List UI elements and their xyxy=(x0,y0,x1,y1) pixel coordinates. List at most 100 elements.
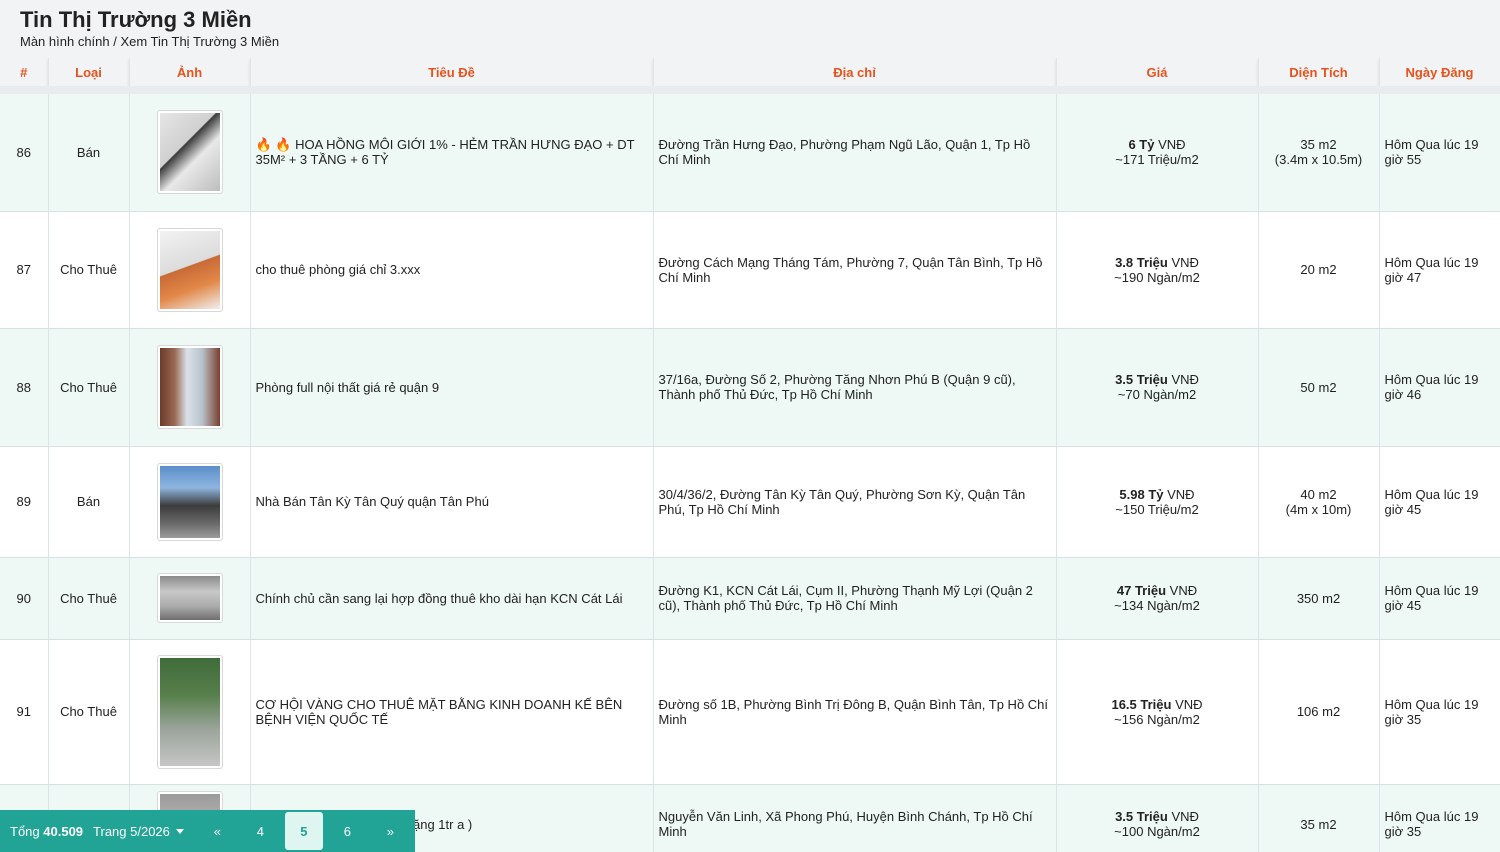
row-address: Đường Trần Hưng Đạo, Phường Phạm Ngũ Lão… xyxy=(653,94,1057,212)
price-value: 3.8 Triệu xyxy=(1115,254,1168,270)
area-dimensions: (4m x 10m) xyxy=(1285,501,1352,517)
row-title[interactable]: CƠ HỘI VÀNG CHO THUÊ MẶT BẰNG KINH DOANH… xyxy=(250,639,654,785)
area-value: 35 m2 xyxy=(1300,137,1337,153)
area-value: 35 m2 xyxy=(1300,816,1337,832)
row-image-cell xyxy=(129,328,251,447)
row-number: 87 xyxy=(0,211,49,329)
col-header-address[interactable]: Địa chỉ xyxy=(653,58,1057,86)
page-button-5[interactable]: 5 xyxy=(284,812,323,850)
table-row[interactable]: 88 Cho Thuê Phòng full nội thất giá rẻ quậ… xyxy=(0,328,1500,447)
row-price: 3.8 Triệu VNĐ ~190 Ngàn/m2 xyxy=(1056,211,1259,329)
price-per-m2: ~171 Triệu/m2 xyxy=(1115,152,1199,168)
row-address: 30/4/36/2, Đường Tân Kỳ Tân Quý, Phường … xyxy=(653,446,1057,558)
listing-table: # Loại Ảnh Tiêu Đề Địa chỉ Giá Diện Tích… xyxy=(0,58,1500,852)
col-header-price[interactable]: Giá xyxy=(1056,58,1259,86)
next-page-button[interactable]: » xyxy=(369,810,412,852)
row-address: Đường Cách Mạng Tháng Tám, Phường 7, Quậ… xyxy=(653,211,1057,329)
row-address: Đường K1, KCN Cát Lái, Cụm II, Phường Th… xyxy=(653,557,1057,640)
row-price: 47 Triệu VNĐ ~134 Ngàn/m2 xyxy=(1056,557,1259,640)
row-number: 86 xyxy=(0,94,49,212)
price-unit: VNĐ xyxy=(1171,254,1199,270)
row-type: Cho Thuê xyxy=(48,211,130,329)
row-title[interactable]: Phòng full nội thất giá rẻ quận 9 xyxy=(250,328,654,447)
table-row[interactable]: 86 Bán 🔥 🔥 HOA HỒNG MÔI GIỚI 1% - HẺM TRẦN… xyxy=(0,94,1500,212)
row-area: 106 m2 xyxy=(1258,639,1380,785)
row-date: Hôm Qua lúc 19 giờ 45 xyxy=(1379,557,1500,640)
row-price: 3.5 Triệu VNĐ ~100 Ngàn/m2 xyxy=(1056,784,1259,852)
listing-table-container[interactable]: # Loại Ảnh Tiêu Đề Địa chỉ Giá Diện Tích… xyxy=(0,58,1500,852)
price-value: 47 Triệu xyxy=(1116,583,1167,598)
page-button-6[interactable]: 6 xyxy=(326,810,369,852)
price-per-m2: ~134 Ngàn/m2 xyxy=(1114,598,1200,613)
area-value: 106 m2 xyxy=(1296,704,1341,719)
row-price: 6 Tỷ VNĐ ~171 Triệu/m2 xyxy=(1056,94,1259,212)
page-button-4[interactable]: 4 xyxy=(239,810,282,852)
price-value: 16.5 Triệu xyxy=(1111,696,1172,712)
row-date: Hôm Qua lúc 19 giờ 35 xyxy=(1379,639,1500,785)
row-image-cell xyxy=(129,557,251,640)
listing-thumbnail[interactable] xyxy=(156,462,223,541)
listing-thumbnail[interactable] xyxy=(156,227,223,312)
area-value: 20 m2 xyxy=(1300,262,1337,277)
area-value: 40 m2 xyxy=(1300,486,1337,502)
col-header-num[interactable]: # xyxy=(0,58,49,86)
price-unit: VNĐ xyxy=(1158,137,1186,153)
prev-page-button[interactable]: « xyxy=(196,810,239,852)
price-unit: VNĐ xyxy=(1175,696,1203,712)
total-count: Tổng 40.509 xyxy=(10,824,83,839)
table-row[interactable]: 87 Cho Thuê cho thuê phòng giá chỉ 3.xxx Đư… xyxy=(0,211,1500,329)
row-number: 90 xyxy=(0,557,49,640)
row-area: 35 m2 (3.4m x 10.5m) xyxy=(1258,94,1380,212)
table-row[interactable]: 89 Bán Nhà Bán Tân Kỳ Tân Quý quận Tân Phú… xyxy=(0,446,1500,558)
row-type: Bán xyxy=(48,94,130,212)
price-per-m2: ~150 Triệu/m2 xyxy=(1115,501,1199,517)
row-title[interactable]: cho thuê phòng giá chỉ 3.xxx xyxy=(250,211,654,329)
col-header-title[interactable]: Tiêu Đề xyxy=(250,58,654,86)
row-title[interactable]: Chính chủ cần sang lại hợp đồng thuê kho… xyxy=(250,557,654,640)
table-header-row: # Loại Ảnh Tiêu Đề Địa chỉ Giá Diện Tích… xyxy=(0,58,1500,86)
col-header-area[interactable]: Diện Tích xyxy=(1258,58,1380,86)
row-image-cell xyxy=(129,639,251,785)
listing-thumbnail[interactable] xyxy=(156,573,223,623)
col-header-type[interactable]: Loại xyxy=(48,58,130,86)
page-select[interactable]: Trang 5/2026 xyxy=(93,824,184,839)
listing-thumbnail[interactable] xyxy=(156,654,223,769)
listing-thumbnail[interactable] xyxy=(156,345,223,429)
row-address: 37/16a, Đường Số 2, Phường Tăng Nhơn Phú… xyxy=(653,328,1057,447)
price-per-m2: ~190 Ngàn/m2 xyxy=(1114,269,1200,285)
page-header: Tin Thị Trường 3 Miền Màn hình chính / X… xyxy=(0,0,1500,58)
row-image-cell xyxy=(129,211,251,329)
price-value: 3.5 Triệu xyxy=(1115,809,1168,824)
price-per-m2: ~100 Ngàn/m2 xyxy=(1114,824,1200,839)
row-area: 35 m2 xyxy=(1258,784,1380,852)
price-value: 6 Tỷ xyxy=(1128,137,1155,153)
row-price: 3.5 Triệu VNĐ ~70 Ngàn/m2 xyxy=(1056,328,1259,447)
listing-thumbnail[interactable] xyxy=(156,110,223,195)
row-date: Hôm Qua lúc 19 giờ 45 xyxy=(1379,446,1500,558)
row-number: 91 xyxy=(0,639,49,785)
row-address: Đường số 1B, Phường Bình Trị Đông B, Quậ… xyxy=(653,639,1057,785)
row-title[interactable]: Nhà Bán Tân Kỳ Tân Quý quận Tân Phú xyxy=(250,446,654,558)
area-value: 350 m2 xyxy=(1296,590,1341,606)
table-row[interactable]: 91 Cho Thuê CƠ HỘI VÀNG CHO THUÊ MẶT BẰNG … xyxy=(0,639,1500,785)
total-label: Tổng xyxy=(10,823,40,839)
pagination-bar: Tổng 40.509 Trang 5/2026 « 4 5 6 » xyxy=(0,810,415,852)
breadcrumb[interactable]: Màn hình chính / Xem Tin Thị Trường 3 Mi… xyxy=(20,34,1480,50)
price-unit: VNĐ xyxy=(1171,372,1199,387)
area-value: 50 m2 xyxy=(1300,379,1337,395)
row-date: Hôm Qua lúc 19 giờ 55 xyxy=(1379,94,1500,212)
row-type: Cho Thuê xyxy=(48,557,130,640)
col-header-date[interactable]: Ngày Đăng xyxy=(1379,58,1500,86)
col-header-image[interactable]: Ảnh xyxy=(129,58,251,86)
row-price: 5.98 Tỷ VNĐ ~150 Triệu/m2 xyxy=(1056,446,1259,558)
row-title[interactable]: 🔥 🔥 HOA HỒNG MÔI GIỚI 1% - HẺM TRẦN HƯNG… xyxy=(250,94,654,212)
row-number: 89 xyxy=(0,446,49,558)
row-number: 88 xyxy=(0,328,49,447)
page-title: Tin Thị Trường 3 Miền xyxy=(20,7,252,32)
row-type: Cho Thuê xyxy=(48,328,130,447)
row-area: 40 m2 (4m x 10m) xyxy=(1258,446,1380,558)
table-row[interactable]: 90 Cho Thuê Chính chủ cần sang lại hợp đồn… xyxy=(0,557,1500,640)
price-value: 5.98 Tỷ xyxy=(1119,486,1164,502)
caret-down-icon xyxy=(175,828,184,834)
row-address: Nguyễn Văn Linh, Xã Phong Phú, Huyện Bìn… xyxy=(653,784,1057,852)
